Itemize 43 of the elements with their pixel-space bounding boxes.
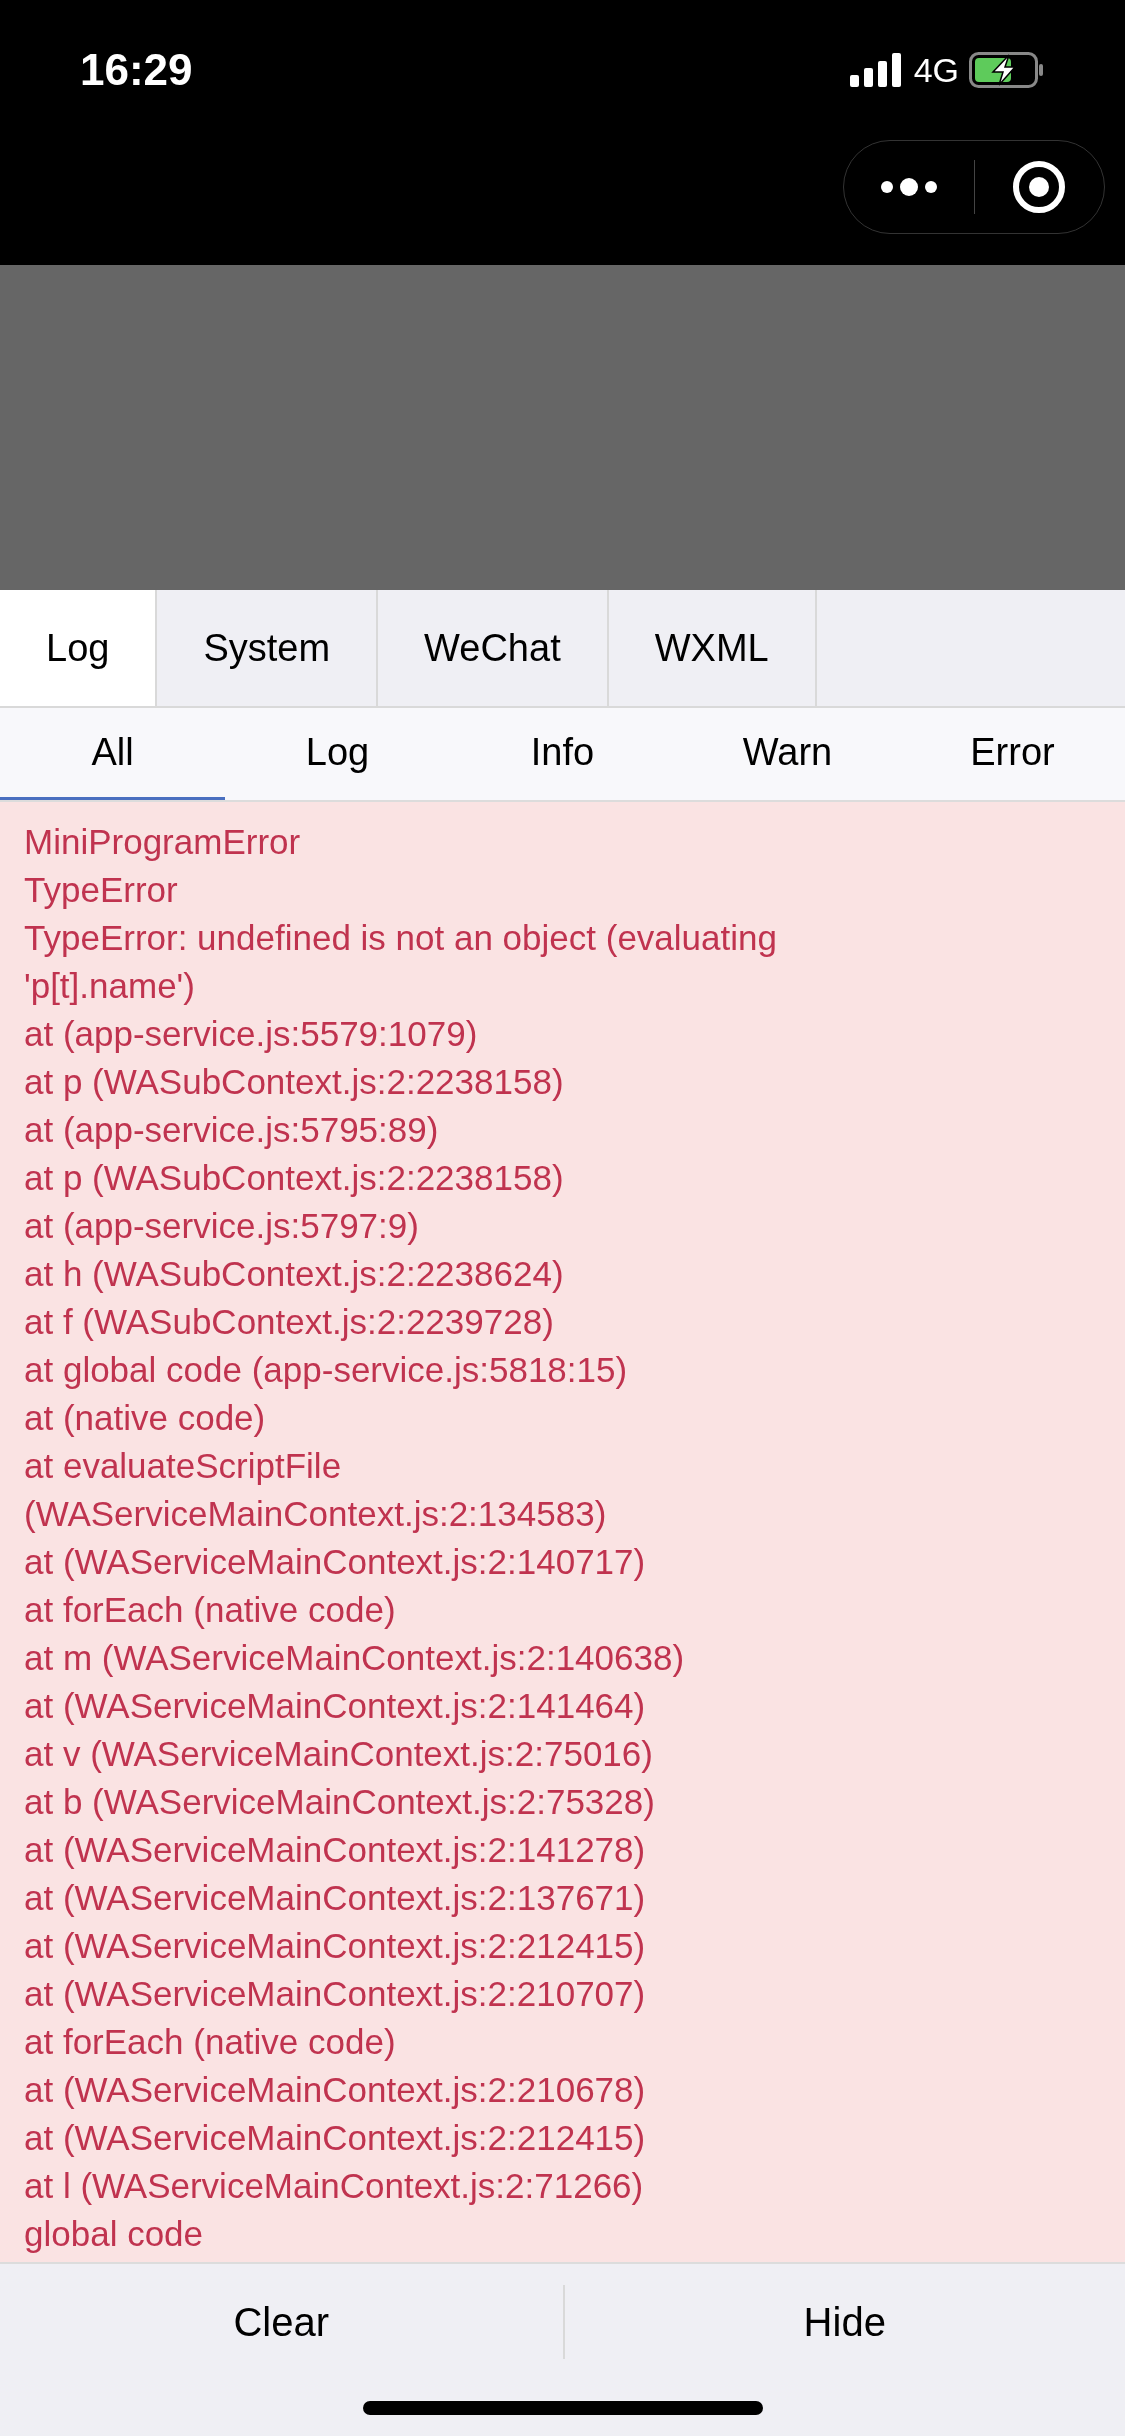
log-line: 'p[t].name') — [24, 965, 195, 1007]
network-label: 4G — [913, 49, 959, 91]
log-line: TypeError — [24, 869, 178, 911]
log-line: global code — [24, 2213, 204, 2255]
filter-tab[interactable]: Error — [900, 708, 1125, 800]
log-line: at (WAServiceMainContext.js:2:212415) — [24, 2117, 646, 2159]
footer-button[interactable]: Clear — [0, 2264, 563, 2380]
log-line: at (WAServiceMainContext.js:2:140717) — [24, 1541, 646, 1583]
log-line: at global code (app-service.js:5818:15) — [24, 1349, 628, 1391]
log-line: at (WAServiceMainContext.js:2:137671) — [24, 1877, 646, 1919]
log-line: at forEach (native code) — [24, 2021, 396, 2063]
target-icon — [1012, 160, 1067, 214]
log-line: MiniProgramError — [24, 821, 301, 863]
log-line: at l (WAServiceMainContext.js:2:71266) — [24, 2165, 644, 2207]
filter-tab[interactable]: Warn — [675, 708, 900, 800]
log-line: at evaluateScriptFile — [24, 1445, 342, 1487]
filter-tab[interactable]: Log — [225, 708, 450, 800]
more-icon — [879, 178, 938, 196]
log-line: TypeError: undefined is not an object (evaluating — [24, 917, 777, 959]
log-line: at (app-service.js:5579:1079) — [24, 1013, 478, 1055]
status-time: 16:29 — [80, 44, 193, 96]
log-line: at p (WASubContext.js:2:2238158) — [24, 1157, 564, 1199]
log-line: at v (WAServiceMainContext.js:2:75016) — [24, 1733, 653, 1775]
log-line: at (WAServiceMainContext.js:2:212415) — [24, 1925, 646, 1967]
footer-button[interactable]: Hide — [564, 2264, 1125, 2380]
log-line: (WAServiceMainContext.js:2:134583) — [24, 1493, 607, 1535]
log-line: at (WAServiceMainContext.js:2:210707) — [24, 1973, 646, 2015]
log-line: at h (WASubContext.js:2:2238624) — [24, 1253, 564, 1295]
log-line: at (WAServiceMainContext.js:2:141464) — [24, 1685, 646, 1727]
log-line: at m (WAServiceMainContext.js:2:140638) — [24, 1637, 685, 1679]
log-line: at forEach (native code) — [24, 1589, 396, 1631]
log-line: at f (WASubContext.js:2:2239728) — [24, 1301, 554, 1343]
log-line: at (app-service.js:5795:89) — [24, 1109, 439, 1151]
log-line: at b (WAServiceMainContext.js:2:75328) — [24, 1781, 655, 1823]
filter-tab[interactable]: Info — [450, 708, 675, 800]
log-line: at (app-service.js:5797:9) — [24, 1205, 419, 1247]
log-line: at (WAServiceMainContext.js:2:141278) — [24, 1829, 646, 1871]
log-line: at (native code) — [24, 1397, 266, 1439]
battery-charging-icon — [969, 52, 1045, 88]
log-line: at p (WASubContext.js:2:2238158) — [24, 1061, 564, 1103]
signal-icon — [849, 53, 904, 87]
log-line: at (WAServiceMainContext.js:2:210678) — [24, 2069, 646, 2111]
panel-tab[interactable]: Log — [0, 590, 158, 706]
